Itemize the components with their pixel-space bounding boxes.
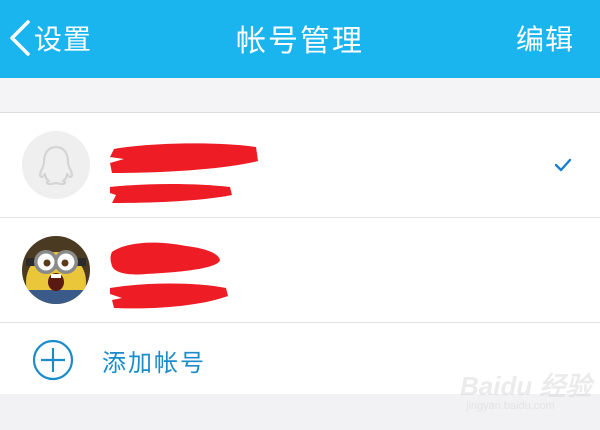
plus-circle-icon (32, 339, 74, 381)
baidu-watermark: Baidu 经验 jingyan.baidu.com (458, 366, 598, 426)
redacted-account-name (110, 242, 220, 275)
redacted-account-id (110, 283, 228, 309)
penguin-silhouette-icon (39, 145, 73, 186)
account-list: 添加帐号 (0, 112, 600, 396)
account-row-1[interactable] (0, 113, 600, 218)
checkmark-icon (554, 158, 572, 172)
minion-avatar (22, 236, 90, 304)
watermark-url: jingyan.baidu.com (466, 400, 555, 412)
account-row-2[interactable] (0, 218, 600, 323)
page-title: 帐号管理 (236, 24, 364, 59)
default-qq-avatar (22, 131, 90, 199)
section-spacer (0, 78, 600, 112)
navigation-bar: 设置 帐号管理 编辑 (0, 0, 600, 78)
edit-button[interactable]: 编辑 (516, 18, 574, 58)
add-account-label: 添加帐号 (102, 349, 206, 377)
redacted-account-name (110, 143, 258, 173)
watermark-brand: Baidu 经验 (460, 371, 592, 401)
redacted-account-id (110, 184, 232, 203)
minion-character-icon (22, 236, 90, 304)
